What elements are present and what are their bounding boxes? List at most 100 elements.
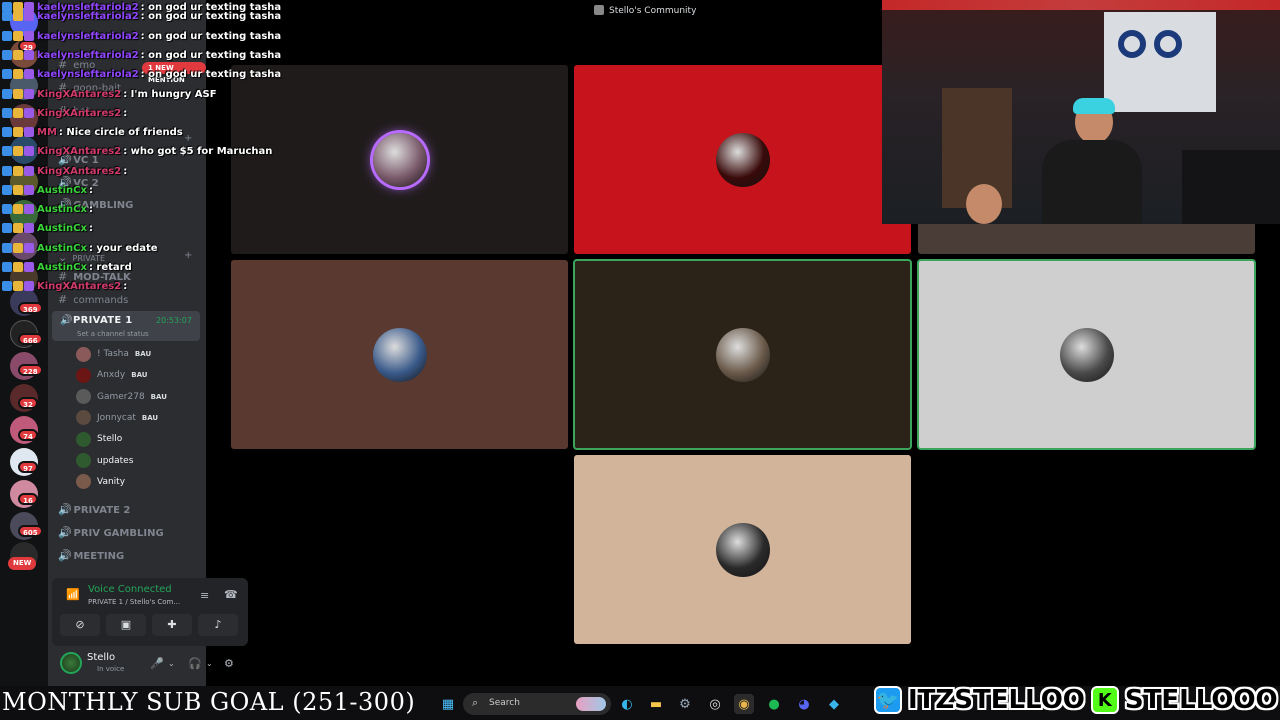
voice-user[interactable]: Jonnycat BAU [76,410,158,426]
screen-share-button[interactable]: ▣ [106,614,146,636]
voice-user[interactable]: Stello [76,431,122,447]
server-mention-badge: 74 [18,429,38,441]
badge-icon [2,11,12,21]
noise-suppression-icon[interactable]: ≡ [200,589,209,602]
chat-badges [2,146,34,156]
chat-badges [2,185,34,195]
search-highlight-icon [576,697,606,711]
voice-user[interactable]: Anxdy BAU [76,367,147,383]
chat-text: : on god ur texting tasha [140,49,282,61]
voice-connected-panel: 📶 Voice Connected PRIVATE 1 / Stello's C… [52,578,248,646]
chat-username: kaelynsleftariola2 [37,49,139,61]
signal-icon[interactable]: 📶 [66,588,80,601]
channel-name: commands [73,295,129,306]
voice-channel-item[interactable]: 🔊 PRIV GAMBLING [58,526,164,539]
participant-tile[interactable] [574,455,911,644]
participant-tile[interactable] [231,65,568,254]
participant-tile[interactable] [573,259,912,450]
badge-icon [13,166,23,176]
chat-username: KingXAntares2 [37,280,122,292]
windows-start-icon[interactable]: ▦ [438,694,458,714]
twitter-handle: ITZSTELLOO [908,685,1085,715]
voice-connected-label: Voice Connected [88,584,172,595]
server-mention-badge: 666 [18,333,43,345]
discord-icon[interactable]: ◕ [794,694,814,714]
activities-button[interactable]: ✚ [152,614,192,636]
search-placeholder: Search [489,698,520,708]
chat-message: kaelynsleftariola2: on god ur texting ta… [2,46,281,64]
badge-icon [13,281,23,291]
chrome-icon[interactable]: ◉ [734,694,754,714]
gear-icon[interactable]: ⚙ [224,657,234,670]
soundboard-button[interactable]: ♪ [198,614,238,636]
search-icon: ⌕ [472,696,479,709]
folder-icon[interactable]: ▬ [646,694,666,714]
voice-user[interactable]: ! Tasha BAU [76,346,151,362]
participant-tile[interactable] [231,260,568,449]
voice-channel-path[interactable]: PRIVATE 1 / Stello's Com... [88,598,180,606]
voice-user[interactable]: Gamer278 BAU [76,389,167,405]
participant-tile[interactable] [917,259,1256,450]
voice-user-name: updates [97,455,134,466]
chat-badges [2,31,34,41]
chevron-down-icon[interactable]: ⌄ [206,659,213,668]
badge-icon [2,243,12,253]
badge-icon [2,166,12,176]
channel-status[interactable]: Set a channel status [77,330,149,338]
avatar[interactable] [60,652,82,674]
voice-channel-item[interactable]: 🔊 PRIVATE 2 [58,503,130,516]
voice-user[interactable]: updates [76,453,133,469]
badge-icon [2,223,12,233]
taskbar-search[interactable]: ⌕ Search [463,693,611,715]
badge-icon [2,204,12,214]
voice-user-name: ! Tasha [97,349,129,359]
badge-icon [13,11,23,21]
steam-icon[interactable]: ⚙ [675,694,695,714]
chat-message: KingXAntares2: [2,104,127,122]
badge-icon [13,127,23,137]
chat-badges [2,50,34,60]
app-icon[interactable]: ◆ [824,694,844,714]
chat-message: AustinCx: retard [2,258,132,276]
disconnect-icon[interactable]: ☎ [224,588,238,601]
add-channel-icon[interactable]: + [184,250,192,261]
chevron-down-icon[interactable]: ⌄ [168,659,175,668]
edge-icon[interactable]: ◐ [617,694,637,714]
app-icon[interactable]: ◎ [705,694,725,714]
chat-username: kaelynsleftariola2 [37,10,139,22]
voice-user[interactable]: Vanity [76,474,125,490]
headphones-icon[interactable]: 🎧 [188,657,202,670]
chat-text: : on god ur texting tasha [140,68,282,80]
chat-text: : on god ur texting tasha [140,30,282,42]
active-channel-name: PRIVATE 1 [73,315,133,326]
badge-icon [24,31,34,41]
badge-icon [13,50,23,60]
badge-icon [24,50,34,60]
chat-badges [2,11,34,21]
microphone-icon[interactable]: 🎤 [150,657,164,670]
server-mention-badge: 369 [18,302,43,314]
voice-user-name: Gamer278 [97,391,145,402]
badge-icon [2,69,12,79]
chat-message: AustinCx: [2,181,93,199]
speaker-icon: 🔊 [58,503,72,516]
server-mention-badge: 605 [18,525,43,537]
speaker-icon: 🔊 [58,549,72,562]
participant-tile[interactable] [574,65,911,254]
chat-username: KingXAntares2 [37,88,122,100]
badge-icon [24,223,34,233]
badge-icon [24,108,34,118]
camera-off-button[interactable]: ⊘ [60,614,100,636]
role-tag: BAU [150,392,167,401]
voice-channel-item[interactable]: 🔊 MEETING [58,549,124,562]
avatar [372,132,427,187]
chat-text: : your edate [88,242,158,254]
spotify-icon[interactable]: ● [764,694,784,714]
streamer-webcam [882,0,1280,224]
chat-username: MM [37,126,57,138]
chat-badges [2,262,34,272]
chat-badges [2,69,34,79]
user-status: In voice [97,665,125,673]
chat-username: AustinCx [37,203,87,215]
participant-tile[interactable] [918,224,1255,254]
